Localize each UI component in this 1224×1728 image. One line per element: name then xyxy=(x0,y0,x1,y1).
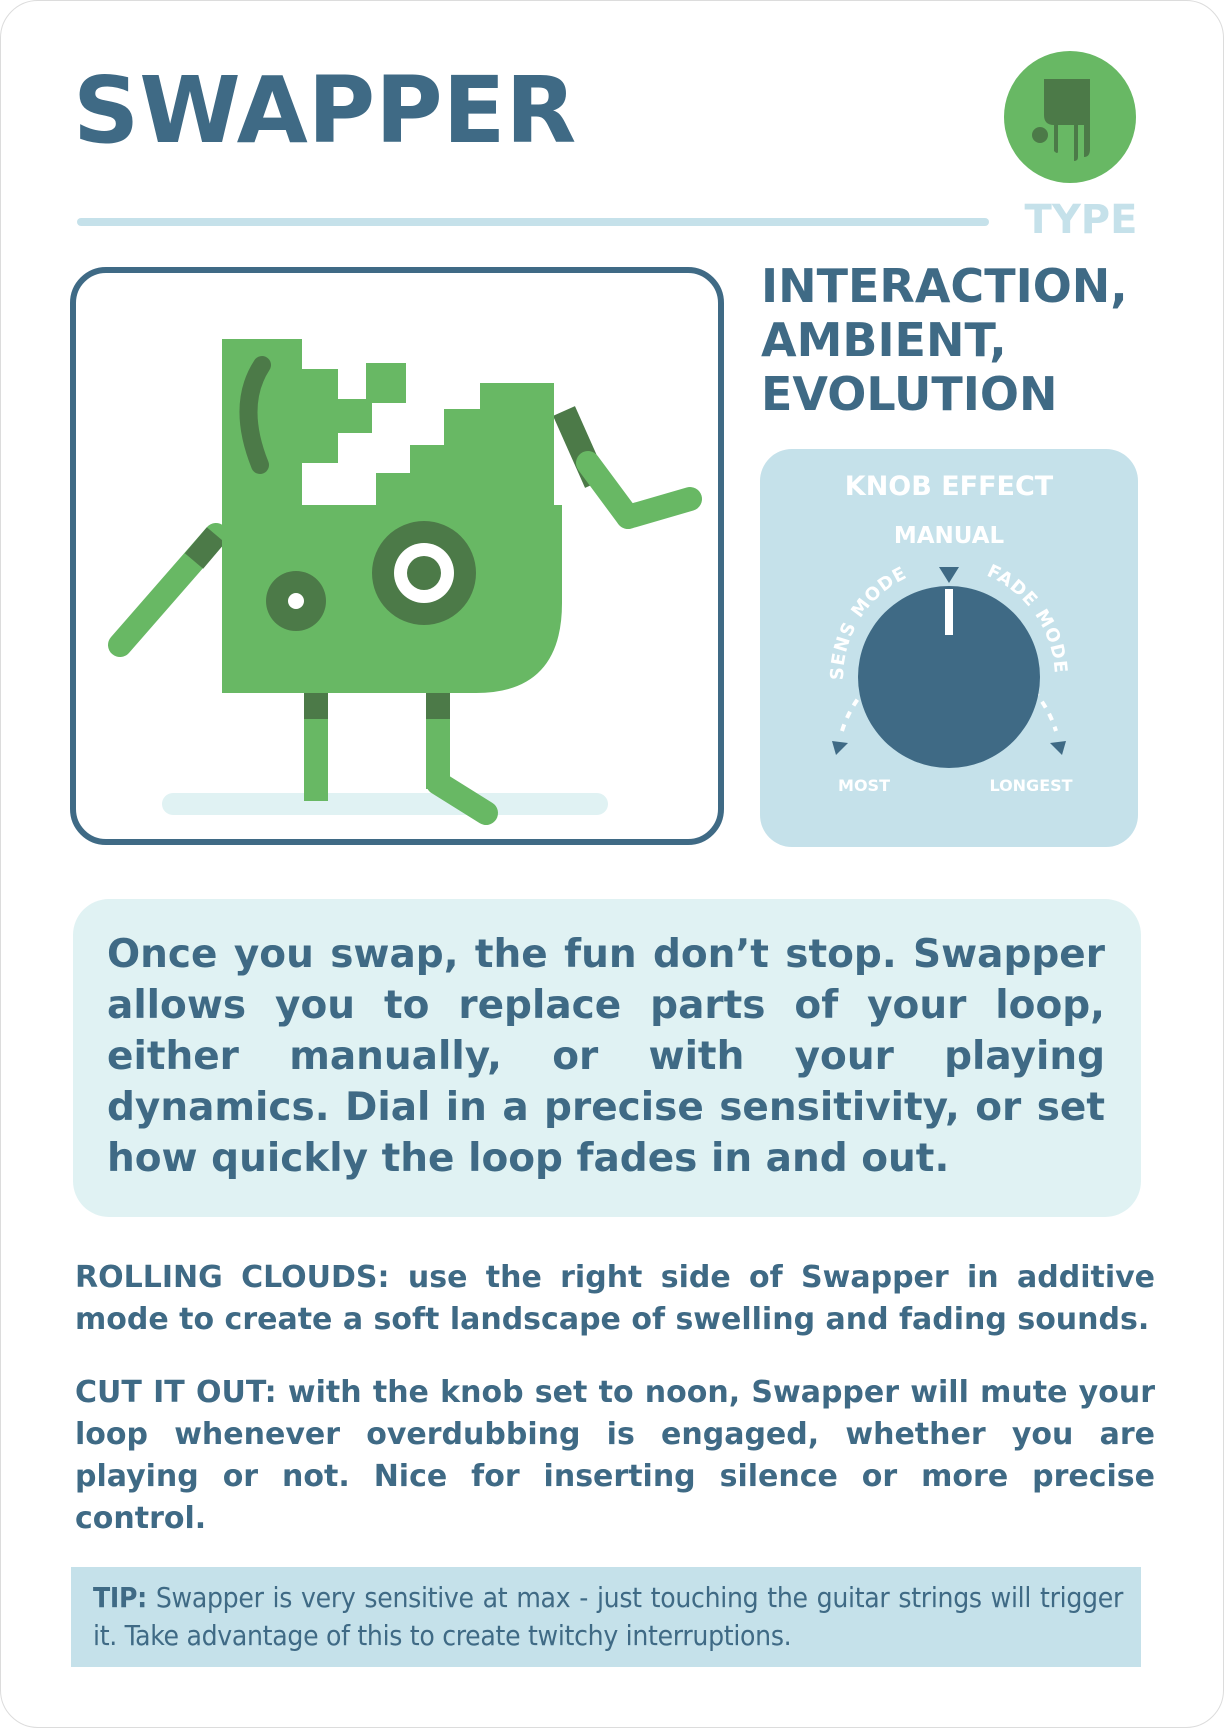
swapper-illustration-frame xyxy=(70,267,724,845)
description-text: Once you swap, the fun don’t stop. Swapp… xyxy=(107,932,1105,1181)
swapper-creature-illustration xyxy=(108,339,702,825)
tip-lead: ROLLING CLOUDS: xyxy=(75,1260,390,1295)
title-divider xyxy=(77,218,989,226)
knob-manual-label: MANUAL xyxy=(894,523,1005,549)
tip-lead: CUT IT OUT: xyxy=(75,1375,277,1410)
tip-cut-it-out: CUT IT OUT: with the knob set to noon, S… xyxy=(75,1372,1155,1540)
tip-box: TIP: Swapper is very sensitive at max - … xyxy=(71,1567,1141,1667)
knob-effect-panel: KNOB EFFECT MANUAL SENS MODE FADE MODE M… xyxy=(760,449,1138,847)
card-title: SWAPPER xyxy=(73,57,577,164)
type-badge xyxy=(1004,51,1136,183)
knob-longest-label: LONGEST xyxy=(989,776,1072,795)
type-item: AMBIENT, xyxy=(761,313,1007,367)
hand-icon xyxy=(1032,79,1090,161)
effect-types: INTERACTION, AMBIENT, EVOLUTION xyxy=(761,259,1181,421)
tip-text-block: TIP: Swapper is very sensitive at max - … xyxy=(93,1579,1123,1655)
tip-lead: TIP: xyxy=(93,1581,147,1614)
tip-body: Swapper is very sensitive at max - just … xyxy=(93,1581,1123,1652)
tip-rolling-clouds: ROLLING CLOUDS: use the right side of Sw… xyxy=(75,1257,1155,1341)
type-item: EVOLUTION xyxy=(761,367,1058,421)
type-label: TYPE xyxy=(1024,197,1138,243)
description-box: Once you swap, the fun don’t stop. Swapp… xyxy=(73,899,1141,1217)
effect-card: SWAPPER TYPE INTERACTION, AMBIENT, EVOLU… xyxy=(0,0,1224,1728)
knob-diagram: MANUAL SENS MODE FADE MODE MOST LONGEST xyxy=(827,523,1073,795)
type-item: INTERACTION, xyxy=(761,259,1128,313)
knob-most-label: MOST xyxy=(838,776,890,795)
